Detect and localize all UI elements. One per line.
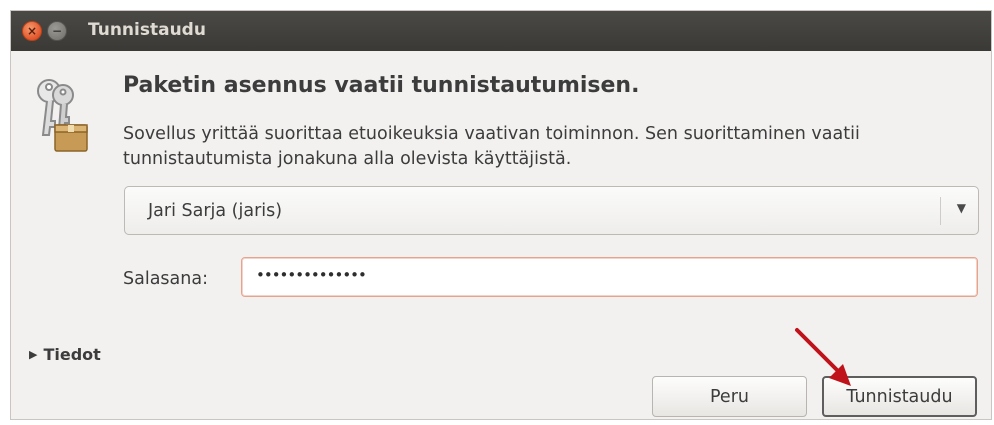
- screenshot-stage: × − Tunnistaudu Paketin asennus vaatii t…: [0, 0, 994, 425]
- chevron-down-icon[interactable]: ▼: [957, 201, 966, 215]
- details-expander[interactable]: ▶ Tiedot: [29, 345, 101, 364]
- titlebar[interactable]: × − Tunnistaudu: [11, 11, 991, 51]
- minimize-icon[interactable]: −: [47, 21, 67, 41]
- authenticate-button[interactable]: Tunnistaudu: [822, 376, 977, 417]
- password-masked-value: ••••••••••••••: [256, 266, 367, 284]
- close-glyph: ×: [26, 24, 38, 38]
- dialog-heading: Paketin asennus vaatii tunnistautumisen.: [123, 73, 640, 98]
- minimize-glyph: −: [51, 24, 63, 38]
- details-label: Tiedot: [43, 345, 101, 364]
- keys-package-icon: [37, 79, 88, 152]
- dialog-description: Sovellus yrittää suorittaa etuoikeuksia …: [123, 124, 860, 169]
- user-select-value: Jari Sarja (jaris): [148, 201, 283, 221]
- password-field[interactable]: ••••••••••••••: [241, 257, 978, 297]
- expander-triangle-icon: ▶: [29, 348, 38, 361]
- password-label: Salasana:: [123, 269, 208, 289]
- auth-dialog-window: × − Tunnistaudu Paketin asennus vaatii t…: [10, 10, 992, 420]
- user-select-dropdown[interactable]: Jari Sarja (jaris) ▼: [124, 186, 979, 235]
- cancel-button[interactable]: Peru: [652, 376, 807, 417]
- dropdown-separator: [940, 197, 941, 225]
- close-icon[interactable]: ×: [22, 21, 42, 41]
- window-title: Tunnistaudu: [88, 20, 206, 40]
